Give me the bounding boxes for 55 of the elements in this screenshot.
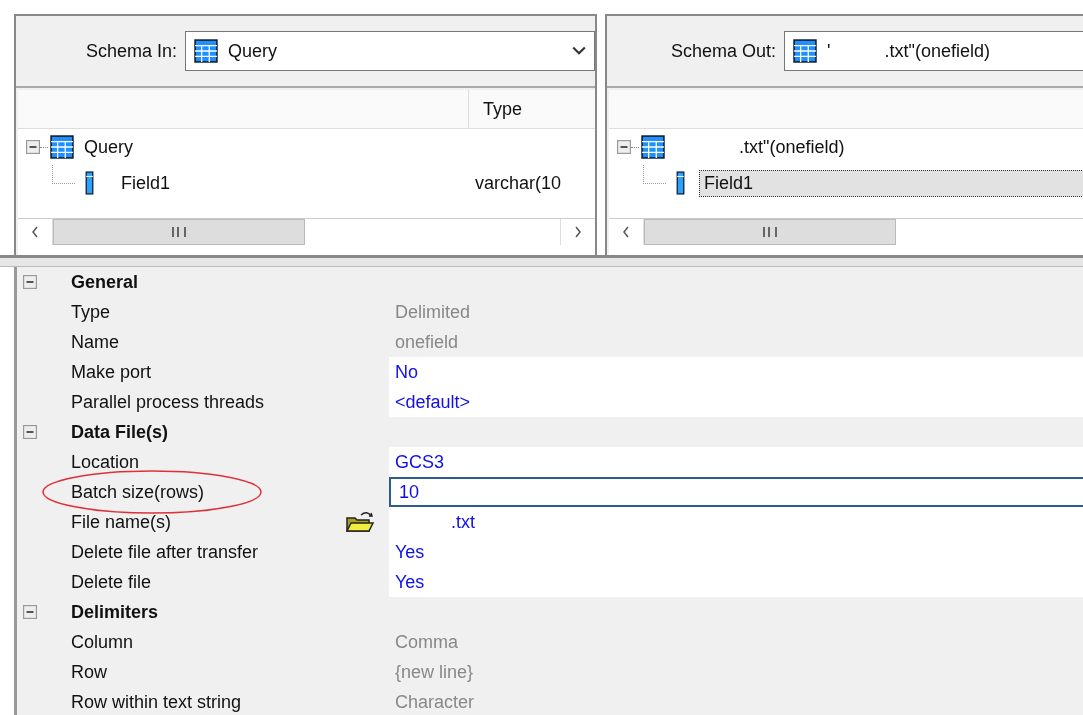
table-icon [194,39,219,63]
section-heading[interactable]: General [71,271,139,293]
property-value[interactable]: GCS3 [389,451,445,473]
property-value[interactable]: Yes [389,541,425,563]
property-value: Delimited [394,301,471,323]
field-icon [85,171,94,195]
scroll-left-icon[interactable] [31,226,39,238]
property-label: Parallel process threads [71,391,265,413]
property-label: File name(s) [71,511,172,533]
table-icon [50,135,74,159]
property-label: Column [71,631,134,653]
property-value: Character [394,691,475,713]
section-heading[interactable]: Delimiters [71,601,159,623]
property-label: Row [71,661,107,683]
property-label: Type [71,301,111,323]
splitter-bar[interactable] [0,255,1083,267]
schema-out-dropdown[interactable]: ' .txt"(onefield) [784,31,1083,71]
folder-icon[interactable] [345,510,375,534]
tree-node[interactable]: Query [84,136,134,158]
property-label: Delete file [71,571,152,593]
chevron-down-icon [572,46,587,56]
property-label: Make port [71,361,152,383]
horizontal-scrollbar[interactable] [609,218,1083,245]
property-label: Location [71,451,140,473]
property-value[interactable]: No [389,361,418,383]
section-heading[interactable]: Data File(s) [71,421,169,443]
property-value: onefield [394,331,459,353]
property-label: Name [71,331,119,353]
table-icon [641,135,666,159]
tree-node[interactable]: Field1 [699,169,1083,197]
tree-node[interactable]: .txt"(onefield) [739,136,845,158]
field-icon [676,171,686,195]
collapse-icon[interactable] [617,140,632,154]
type-cell-text: varchar(10 [474,172,563,194]
property-value: Comma [394,631,458,653]
property-value[interactable]: <default> [389,391,471,413]
schema-out-label: Schema Out: [671,40,777,62]
tree-node[interactable]: Field1 [116,169,176,197]
property-label: Batch size(rows) [71,481,205,503]
horizontal-scrollbar[interactable] [18,218,596,245]
property-value[interactable]: .txt [389,511,475,533]
table-icon [793,39,818,63]
collapse-icon[interactable] [23,425,37,439]
schema-in-dropdown[interactable]: Query [185,31,596,71]
scroll-right-icon[interactable] [574,226,583,238]
collapse-icon[interactable] [26,140,40,154]
batch-size-field[interactable]: 10 [389,477,1083,507]
property-label: Row within text string [71,691,242,713]
schema-in-label: Schema In: [86,40,178,62]
property-label: Delete file after transfer [71,541,259,563]
property-value[interactable]: Yes [389,571,425,593]
property-value: {new line} [394,661,474,683]
scroll-left-icon[interactable] [622,226,631,238]
collapse-icon[interactable] [23,605,37,619]
collapse-icon[interactable] [23,275,37,289]
